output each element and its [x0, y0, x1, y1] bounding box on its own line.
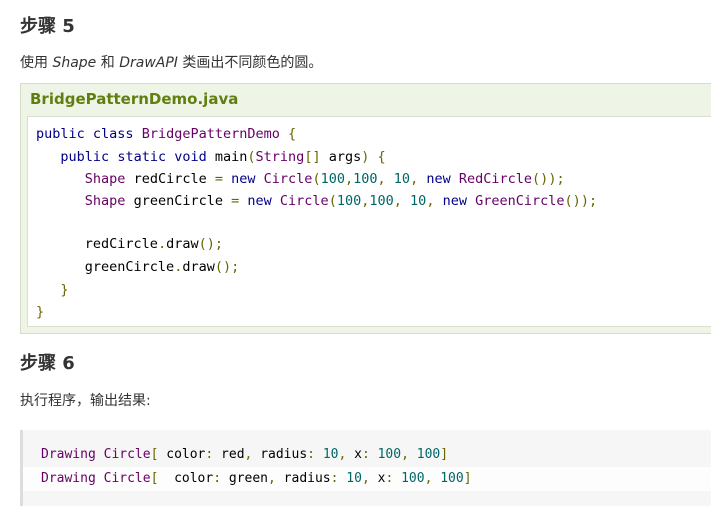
code-line-2: public static void main(String[] args) {	[60, 149, 386, 165]
output-line-1: Drawing Circle[ color: red, radius: 10, …	[23, 443, 711, 467]
step-5-description: 使用 Shape 和 DrawAPI 类画出不同颜色的圆。	[20, 52, 322, 72]
code-block[interactable]: public class BridgePatternDemo { public …	[27, 116, 711, 327]
shape-class-name: Shape	[52, 55, 97, 71]
step-6-heading: 步骤 6	[20, 353, 75, 374]
step-6-description: 执行程序，输出结果:	[20, 393, 151, 409]
desc-suffix: 类画出不同颜色的圆。	[177, 55, 323, 71]
output-line-2: Drawing Circle[ color: green, radius: 10…	[23, 467, 711, 491]
code-line-1: public class BridgePatternDemo {	[36, 126, 297, 142]
code-line-3: Shape redCircle = new Circle(100,100, 10…	[84, 171, 565, 187]
code-line-8: }	[60, 282, 69, 298]
code-line-4: Shape greenCircle = new Circle(100,100, …	[84, 193, 598, 209]
output-block[interactable]: Drawing Circle[ color: red, radius: 10, …	[20, 430, 711, 506]
drawapi-class-name: DrawAPI	[119, 55, 178, 71]
code-line-9: }	[36, 304, 45, 320]
desc-prefix: 使用	[20, 55, 53, 71]
desc-and: 和	[96, 55, 120, 71]
step-5-heading: 步骤 5	[20, 16, 75, 37]
code-line-6: redCircle.draw();	[84, 236, 224, 252]
code-line-7: greenCircle.draw();	[84, 259, 240, 275]
example-filename: BridgePatternDemo.java	[30, 90, 239, 108]
code-example-box: BridgePatternDemo.java public class Brid…	[20, 83, 711, 334]
